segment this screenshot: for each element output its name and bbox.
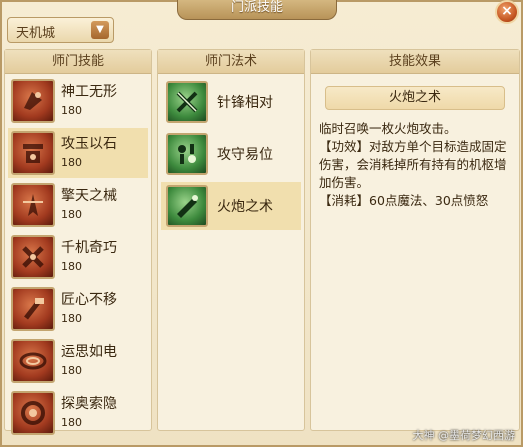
skill-name: 千机奇巧: [61, 240, 117, 256]
sect-dropdown[interactable]: 天机城 ▼: [7, 17, 114, 43]
skill-name: 神工无形: [61, 84, 117, 100]
skill-item-5[interactable]: 运思如电 180: [8, 336, 148, 386]
crossed-swords-icon: [166, 81, 208, 123]
skill-icon-gongyu: [11, 131, 55, 175]
skill-level: 180: [61, 260, 82, 273]
skill-name: 匠心不移: [61, 292, 117, 308]
spell-item-2[interactable]: 火炮之术: [161, 182, 301, 230]
skill-effect-panel: 技能效果 火炮之术 临时召唤一枚火炮攻击。 【功效】对敌方单个目标造成固定伤害，…: [310, 49, 520, 431]
spell-name: 火炮之术: [217, 199, 273, 215]
skill-icon-shengong: [11, 79, 55, 123]
effect-title: 火炮之术: [325, 86, 505, 110]
skill-item-1[interactable]: 攻玉以石 180: [8, 128, 148, 178]
skill-level: 180: [61, 416, 82, 429]
effect-line: 【功效】对敌方单个目标造成固定伤害，会消耗掉所有持有的机枢增加伤害。: [319, 139, 507, 190]
effect-description: 临时召唤一枚火炮攻击。 【功效】对敌方单个目标造成固定伤害，会消耗掉所有持有的机…: [319, 120, 511, 210]
sect-dropdown-value: 天机城: [16, 26, 56, 41]
master-spells-panel: 师门法术 针锋相对 攻守易位 火炮之术: [157, 49, 305, 431]
skill-icon-qianji: [11, 235, 55, 279]
skill-effect-header: 技能效果: [311, 50, 519, 74]
watermark: 大神 @墨荷梦幻西游: [412, 429, 516, 442]
skill-name: 探奥索隐: [61, 396, 117, 412]
swap-icon: [166, 133, 208, 175]
master-skills-panel: 师门技能 神工无形 180 攻玉以石 180 擎天之械 180 千机奇巧 180…: [4, 49, 152, 435]
skill-item-0[interactable]: 神工无形 180: [8, 76, 148, 126]
skill-item-6[interactable]: 探奥索隐 180: [8, 388, 148, 438]
skill-list: 神工无形 180 攻玉以石 180 擎天之械 180 千机奇巧 180 匠心不移…: [5, 76, 151, 438]
skill-item-3[interactable]: 千机奇巧 180: [8, 232, 148, 282]
skill-name: 攻玉以石: [61, 136, 117, 152]
skill-level: 180: [61, 104, 82, 117]
spell-item-0[interactable]: 针锋相对: [161, 78, 301, 126]
cannon-icon: [166, 185, 208, 227]
skill-level: 180: [61, 208, 82, 221]
spell-name: 攻守易位: [217, 147, 273, 163]
skill-item-2[interactable]: 擎天之械 180: [8, 180, 148, 230]
window-title: 门派技能: [177, 0, 337, 20]
close-button[interactable]: ×: [495, 0, 519, 24]
skill-level: 180: [61, 156, 82, 169]
skill-window: 门派技能 × 天机城 ▼ 师门技能 神工无形 180 攻玉以石 180 擎天之械…: [0, 0, 523, 447]
skill-level: 180: [61, 312, 82, 325]
skill-item-4[interactable]: 匠心不移 180: [8, 284, 148, 334]
skill-name: 擎天之械: [61, 188, 117, 204]
chevron-down-icon[interactable]: ▼: [91, 21, 109, 39]
skill-icon-yunsi: [11, 339, 55, 383]
skill-icon-jiangxin: [11, 287, 55, 331]
master-spells-header: 师门法术: [158, 50, 304, 74]
spell-name: 针锋相对: [217, 95, 273, 111]
effect-line: 【消耗】60点魔法、30点愤怒: [319, 193, 489, 208]
spell-item-1[interactable]: 攻守易位: [161, 130, 301, 178]
effect-line: 临时召唤一枚火炮攻击。: [319, 121, 457, 136]
skill-level: 180: [61, 364, 82, 377]
skill-icon-qingtian: [11, 183, 55, 227]
skill-icon-tanao: [11, 391, 55, 435]
skill-name: 运思如电: [61, 344, 117, 360]
master-skills-header: 师门技能: [5, 50, 151, 74]
